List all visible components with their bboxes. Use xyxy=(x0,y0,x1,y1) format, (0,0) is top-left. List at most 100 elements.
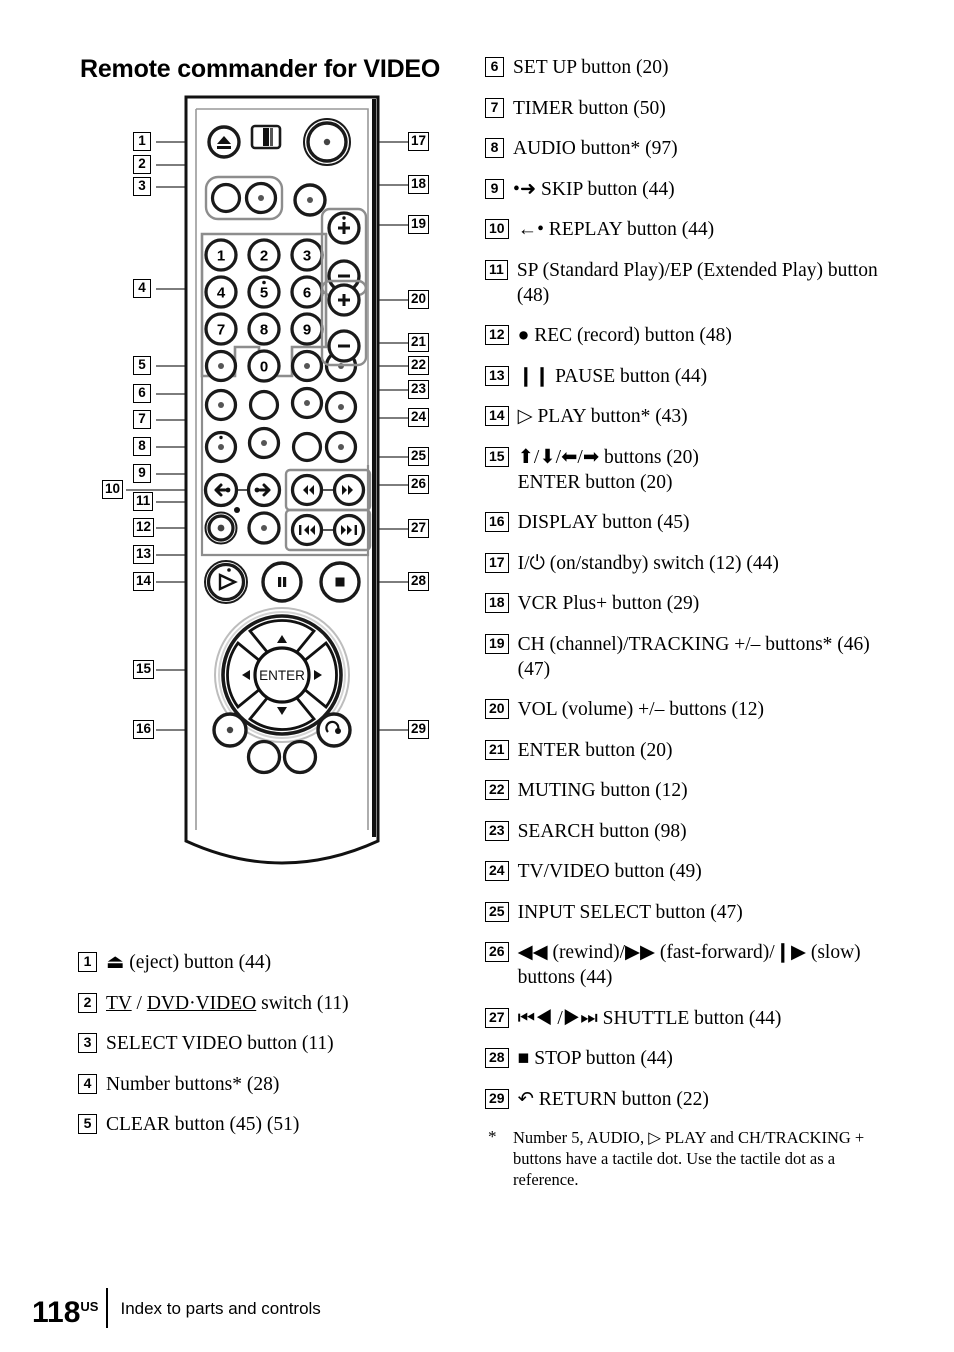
callout-18: 18 xyxy=(408,175,430,194)
index-number-27: 27 xyxy=(485,1007,509,1028)
index-text-22: MUTING button (12) xyxy=(517,780,688,801)
index-text-7: TIMER button (50) xyxy=(513,97,666,119)
index-number-3: 3 xyxy=(78,1033,97,1053)
callout-23: 23 xyxy=(408,380,430,399)
index-text-2: TV / DVD·VIDEO switch (11) xyxy=(106,992,349,1014)
index-item-18: 18 VCR Plus+ button (29) xyxy=(485,591,885,616)
index-number-11: 11 xyxy=(485,259,508,280)
callout-9: 9 xyxy=(133,464,151,483)
svg-text:4: 4 xyxy=(217,285,226,302)
svg-text:8: 8 xyxy=(260,322,268,339)
callout-10: 10 xyxy=(102,480,124,499)
callout-28: 28 xyxy=(408,572,430,591)
callout-4: 4 xyxy=(133,279,151,298)
index-item-29: 29 ↶ RETURN button (22) xyxy=(485,1087,885,1112)
index-item-13: 13 ❙❙ PAUSE button (44) xyxy=(485,364,885,389)
enter-label: ENTER xyxy=(259,668,305,683)
index-number-14: 14 xyxy=(485,406,509,426)
svg-text:1: 1 xyxy=(217,248,225,265)
index-item-10: 10 ←• REPLAY button (44) xyxy=(485,217,885,242)
index-text-20: VOL (volume) +/– buttons (12) xyxy=(517,699,764,720)
index-item-11: 11 SP (Standard Play)/EP (Extended Play) … xyxy=(485,258,885,308)
callout-12: 12 xyxy=(133,518,155,537)
index-text-10: ←• REPLAY button (44) xyxy=(517,219,715,240)
index-text-12: ● REC (record) button (48) xyxy=(517,325,732,346)
callout-17: 17 xyxy=(408,132,430,151)
callout-7: 7 xyxy=(133,410,151,429)
index-text-21: ENTER button (20) xyxy=(517,739,673,761)
callout-15: 15 xyxy=(133,660,155,679)
index-text-15: ⬆/⬇/⬅/➡ buttons (20) ENTER button (20) xyxy=(517,446,699,493)
index-item-28: 28 ■ STOP button (44) xyxy=(485,1046,885,1071)
index-item-8: 8 AUDIO button* (97) xyxy=(485,136,885,161)
index-number-12: 12 xyxy=(485,325,509,345)
index-item-19: 19 CH (channel)/TRACKING +/– buttons* (46… xyxy=(485,632,885,682)
callout-8: 8 xyxy=(133,437,151,456)
callout-5: 5 xyxy=(133,356,151,375)
callout-25: 25 xyxy=(408,447,430,466)
index-item-15: 15 ⬆/⬇/⬅/➡ buttons (20) ENTER button (20) xyxy=(485,445,885,495)
index-item-9: 9 •➜ SKIP button (44) xyxy=(485,177,885,202)
index-number-26: 26 xyxy=(485,942,509,962)
index-text-27: ⏮◀ /▶⏭ SHUTTLE button (44) xyxy=(517,1007,782,1029)
callout-2: 2 xyxy=(133,155,151,174)
index-text-18: VCR Plus+ button (29) xyxy=(517,593,700,614)
remote-control-diagram: 1 2 3 4 5 6 7 8 9 0 ENTER 1 2 3 4 5 6 7 … xyxy=(78,85,478,945)
index-item-17: 17 I/⏻ (on/standby) switch (12) (44) xyxy=(485,551,885,576)
index-item-6: 6 SET UP button (20) xyxy=(485,55,885,80)
index-item-3: 3 SELECT VIDEO button (11) xyxy=(78,1031,478,1056)
index-item-24: 24 TV/VIDEO button (49) xyxy=(485,859,885,884)
callout-27: 27 xyxy=(408,519,430,538)
index-text-13: ❙❙ PAUSE button (44) xyxy=(517,365,708,387)
index-number-17: 17 xyxy=(485,552,509,573)
index-number-13: 13 xyxy=(485,365,509,386)
callout-24: 24 xyxy=(408,408,430,427)
index-list-left: 1 ⏏ (eject) button (44) 2 TV / DVD·VIDEO sw… xyxy=(78,950,478,1153)
index-number-21: 21 xyxy=(485,739,509,760)
index-text-19: CH (channel)/TRACKING +/– buttons* (46) … xyxy=(517,633,870,680)
index-item-7: 7 TIMER button (50) xyxy=(485,96,885,121)
index-number-22: 22 xyxy=(485,780,509,800)
footer-caption: Index to parts and controls xyxy=(120,1299,321,1318)
footnote-text: Number 5, AUDIO, ▷ PLAY and CH/TRACKING … xyxy=(513,1128,865,1189)
footnote-marker: * xyxy=(488,1127,497,1146)
index-item-5: 5 CLEAR button (45) (51) xyxy=(78,1112,478,1137)
index-number-23: 23 xyxy=(485,820,509,841)
index-item-16: 16 DISPLAY button (45) xyxy=(485,510,885,535)
svg-text:5: 5 xyxy=(260,285,268,302)
callout-20: 20 xyxy=(408,290,430,309)
index-number-25: 25 xyxy=(485,901,509,922)
callout-1: 1 xyxy=(133,132,151,151)
svg-text:0: 0 xyxy=(260,359,268,376)
index-number-6: 6 xyxy=(485,57,504,77)
index-text-1: ⏏ (eject) button (44) xyxy=(106,952,272,973)
index-item-27: 27 ⏮◀ /▶⏭ SHUTTLE button (44) xyxy=(485,1006,885,1031)
page-title: Remote commander for VIDEO xyxy=(80,55,441,83)
callout-11: 11 xyxy=(133,492,154,511)
svg-text:3: 3 xyxy=(303,248,311,265)
callout-22: 22 xyxy=(408,356,430,375)
index-text-26: ◀◀ (rewind)/▶▶ (fast-forward)/❙▶ (slow) … xyxy=(517,942,861,988)
index-item-23: 23 SEARCH button (98) xyxy=(485,819,885,844)
index-item-22: 22 MUTING button (12) xyxy=(485,778,885,803)
callout-29: 29 xyxy=(408,720,430,739)
index-text-6: SET UP button (20) xyxy=(513,57,669,78)
index-item-12: 12 ● REC (record) button (48) xyxy=(485,323,885,348)
index-number-9: 9 xyxy=(485,178,504,199)
index-number-24: 24 xyxy=(485,861,509,881)
callout-14: 14 xyxy=(133,572,155,591)
index-number-29: 29 xyxy=(485,1088,509,1109)
callout-13: 13 xyxy=(133,545,155,564)
index-text-17: I/⏻ (on/standby) switch (12) (44) xyxy=(517,552,779,574)
svg-text:2: 2 xyxy=(260,248,268,265)
callout-3: 3 xyxy=(133,177,151,196)
index-list-right: 6 SET UP button (20) 7 TIMER button (50) 8 AU… xyxy=(485,55,885,1190)
svg-text:9: 9 xyxy=(303,322,311,339)
callout-21: 21 xyxy=(408,333,430,352)
index-text-8: AUDIO button* (97) xyxy=(513,138,678,159)
index-number-7: 7 xyxy=(485,97,504,118)
callout-16: 16 xyxy=(133,720,155,739)
index-number-20: 20 xyxy=(485,699,509,719)
index-number-16: 16 xyxy=(485,512,509,532)
index-item-4: 4 Number buttons* (28) xyxy=(78,1072,478,1097)
